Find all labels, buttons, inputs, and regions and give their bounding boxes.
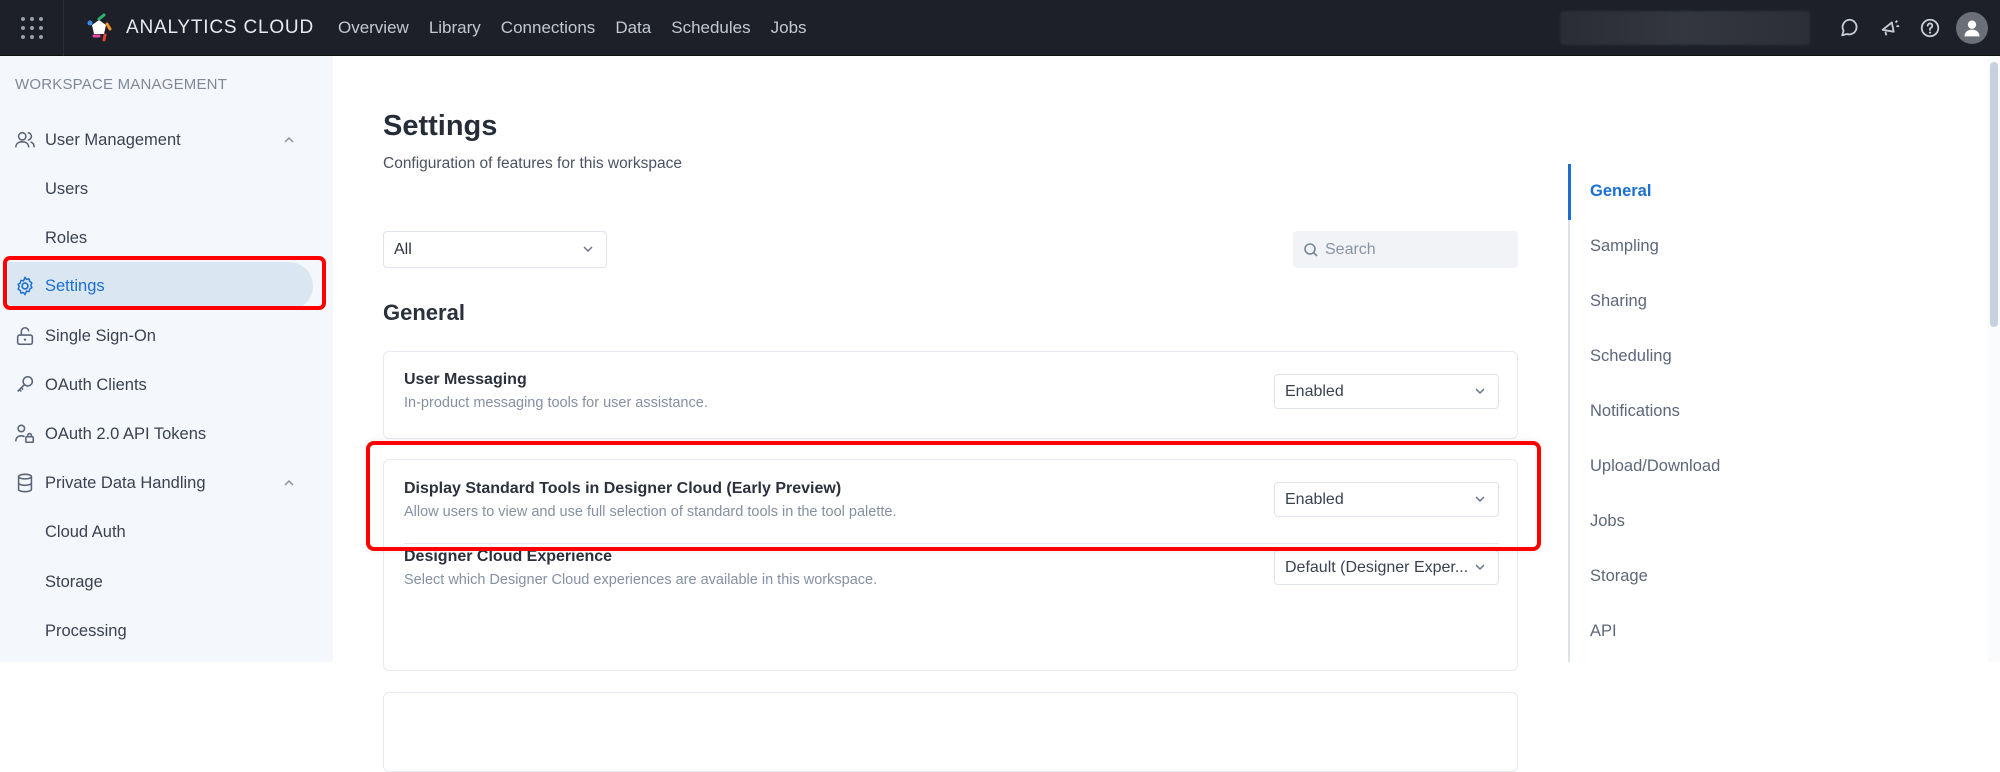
standard-tools-select[interactable]: Enabled [1274, 482, 1499, 517]
top-nav: Overview Library Connections Data Schedu… [338, 18, 827, 38]
nav-connections[interactable]: Connections [501, 18, 596, 38]
sidebar-item-label: Settings [45, 276, 105, 295]
main-content: Settings Configuration of features for t… [333, 56, 1568, 772]
sidebar-item-label: User Management [45, 130, 181, 149]
sidebar: WORKSPACE MANAGEMENT User Management Use… [0, 56, 333, 662]
top-navigation-bar: ANALYTICS CLOUD Overview Library Connect… [0, 0, 2000, 56]
key-icon [14, 374, 36, 396]
user-messaging-select[interactable]: Enabled [1274, 374, 1499, 409]
user-lock-icon [14, 423, 36, 445]
anchor-track [1568, 164, 1570, 662]
nav-library[interactable]: Library [429, 18, 481, 38]
category-filter-select[interactable]: All [383, 231, 607, 268]
chevron-down-icon [1475, 496, 1485, 503]
announcements-button[interactable] [1870, 8, 1910, 48]
analytics-cloud-logo-icon [87, 13, 112, 41]
section-title-general: General [383, 300, 465, 325]
select-value: Enabled [1285, 490, 1344, 508]
chevron-up-icon[interactable] [282, 476, 296, 490]
anchor-upload-download[interactable]: Upload/Download [1590, 457, 1720, 476]
database-icon [14, 472, 36, 494]
page-title: Settings [383, 110, 498, 142]
sidebar-item-storage[interactable]: Storage [0, 558, 320, 606]
sidebar-item-label: Users [45, 179, 89, 198]
sidebar-item-settings[interactable]: Settings [8, 262, 313, 310]
sidebar-item-roles[interactable]: Roles [0, 214, 320, 262]
anchor-notifications[interactable]: Notifications [1590, 402, 1680, 421]
setting-card-user-messaging: User Messaging In-product messaging tool… [383, 351, 1518, 439]
sidebar-item-single-sign-on[interactable]: Single Sign-On [0, 312, 320, 360]
user-avatar-button[interactable] [1956, 12, 1988, 44]
anchor-general[interactable]: General [1590, 182, 1651, 201]
unlock-icon [14, 325, 36, 347]
sidebar-item-label: OAuth 2.0 API Tokens [45, 424, 207, 443]
sidebar-item-processing[interactable]: Processing [0, 607, 320, 655]
setting-row-designer-cloud-experience: Designer Cloud Experience Select which D… [404, 548, 1499, 588]
nav-data[interactable]: Data [615, 18, 651, 38]
chevron-down-icon [1475, 564, 1485, 571]
brand-logo-link[interactable]: ANALYTICS CLOUD [84, 13, 314, 43]
app-switcher-button[interactable] [0, 0, 64, 56]
users-icon [14, 129, 36, 151]
anchor-scheduling[interactable]: Scheduling [1590, 347, 1672, 366]
search-icon [1304, 242, 1318, 257]
anchor-sharing[interactable]: Sharing [1590, 292, 1647, 311]
setting-card-next [383, 692, 1518, 772]
anchor-jobs[interactable]: Jobs [1590, 512, 1625, 531]
workspace-selector-blurred[interactable] [1560, 11, 1810, 45]
chevron-down-icon [1475, 388, 1485, 395]
sidebar-item-label: Storage [45, 572, 103, 591]
select-value: Enabled [1285, 382, 1344, 400]
help-icon [1920, 18, 1940, 38]
setting-row: User Messaging In-product messaging tool… [404, 371, 1499, 411]
announcement-icon [1881, 20, 1900, 36]
sidebar-item-label: Roles [45, 228, 88, 247]
sidebar-item-oauth-clients[interactable]: OAuth Clients [0, 361, 320, 409]
sidebar-item-user-management[interactable]: User Management [0, 116, 320, 164]
settings-section-nav: General Sampling Sharing Scheduling Noti… [1568, 56, 1988, 662]
select-value: Default (Designer Exper... [1285, 558, 1469, 576]
page-scrollbar[interactable] [1988, 56, 2000, 662]
app-name: ANALYTICS CLOUD [126, 16, 314, 38]
sidebar-item-label: Single Sign-On [45, 326, 156, 345]
sidebar-item-label: Processing [45, 621, 127, 640]
sidebar-item-label: Cloud Auth [45, 522, 126, 541]
user-avatar-icon [1964, 20, 1980, 37]
page-subtitle: Configuration of features for this works… [383, 155, 682, 172]
scrollbar-thumb[interactable] [1990, 62, 1998, 327]
setting-row-standard-tools: Display Standard Tools in Designer Cloud… [404, 480, 1499, 520]
sidebar-item-cloud-auth[interactable]: Cloud Auth [0, 508, 320, 556]
search-field[interactable] [1293, 231, 1518, 268]
top-right-actions [1560, 0, 2000, 56]
anchor-active-indicator [1568, 164, 1571, 220]
chevron-up-icon[interactable] [282, 133, 296, 147]
sidebar-item-private-data-handling[interactable]: Private Data Handling [0, 459, 320, 507]
designer-cloud-experience-select[interactable]: Default (Designer Exper... [1274, 550, 1499, 585]
search-input[interactable] [1325, 240, 1505, 259]
chevron-down-icon [583, 246, 593, 253]
chat-button[interactable] [1830, 8, 1870, 48]
sidebar-item-oauth-api-tokens[interactable]: OAuth 2.0 API Tokens [0, 410, 320, 458]
sidebar-item-users[interactable]: Users [0, 165, 320, 213]
anchor-storage[interactable]: Storage [1590, 567, 1648, 586]
chat-icon [1841, 18, 1858, 37]
nav-schedules[interactable]: Schedules [671, 18, 750, 38]
anchor-api[interactable]: API [1590, 622, 1617, 641]
nav-jobs[interactable]: Jobs [771, 18, 807, 38]
anchor-sampling[interactable]: Sampling [1590, 237, 1659, 256]
sidebar-section-title: WORKSPACE MANAGEMENT [15, 76, 228, 93]
filter-value: All [394, 240, 412, 258]
divider [404, 543, 1499, 544]
sidebar-item-label: Private Data Handling [45, 473, 206, 492]
apps-grid-icon [20, 16, 43, 39]
nav-overview[interactable]: Overview [338, 18, 409, 38]
help-button[interactable] [1910, 8, 1950, 48]
setting-card-designer-cloud: Display Standard Tools in Designer Cloud… [383, 459, 1518, 671]
sidebar-item-label: OAuth Clients [45, 375, 147, 394]
gear-icon [14, 275, 36, 297]
